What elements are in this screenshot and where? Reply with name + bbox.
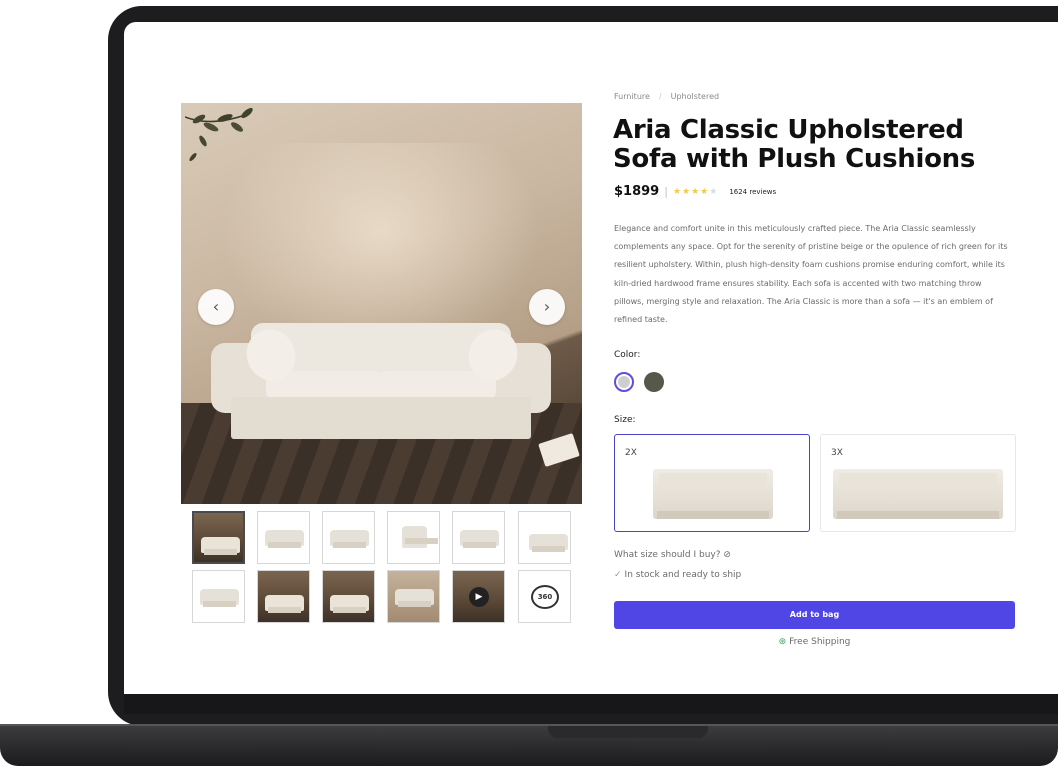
size-sofa-image xyxy=(653,469,773,519)
product-title: Aria Classic Upholstered Sofa with Plush… xyxy=(613,115,976,174)
thumbnail-5[interactable] xyxy=(452,511,505,564)
thumbnail-12-360[interactable]: 360 xyxy=(518,570,571,623)
laptop-opening-groove xyxy=(548,726,708,738)
product-price: $1899 xyxy=(614,184,660,199)
add-to-bag-button[interactable]: Add to bag xyxy=(614,601,1015,629)
thumbnail-sofa xyxy=(395,589,434,607)
size-option-label: 2X xyxy=(625,448,637,458)
breadcrumb-separator: / xyxy=(658,92,662,101)
thumbnail-2[interactable] xyxy=(257,511,310,564)
product-description: Elegance and comfort unite in this metic… xyxy=(614,224,1008,325)
free-shipping-note: ⊛ Free Shipping xyxy=(614,637,1015,647)
check-icon: ✓ xyxy=(614,570,622,580)
thumbnail-sofa xyxy=(265,595,304,613)
thumbnail-10[interactable] xyxy=(387,570,440,623)
rotate-360-icon: 360 xyxy=(531,585,559,609)
thumbnail-4[interactable] xyxy=(387,511,440,564)
laptop-base xyxy=(0,726,1058,766)
thumbnail-1[interactable] xyxy=(192,511,245,564)
play-icon: ▶ xyxy=(469,587,489,607)
breadcrumb-furniture[interactable]: Furniture xyxy=(614,92,650,101)
next-image-button[interactable]: › xyxy=(529,289,565,325)
color-swatch-beige[interactable] xyxy=(614,372,634,392)
thumbnail-sofa xyxy=(529,534,568,552)
size-label: Size: xyxy=(614,415,636,425)
breadcrumb: Furniture / Upholstered xyxy=(614,92,719,101)
thumbnail-sofa xyxy=(330,595,369,613)
thumbnail-11-video[interactable]: ▶ xyxy=(452,570,505,623)
thumbnail-sofa xyxy=(265,530,304,548)
empty-star: ★ xyxy=(709,186,719,197)
screen-bezel-bottom xyxy=(124,694,1058,714)
star-rating: ★★★★★ xyxy=(673,187,718,197)
thumbnail-8[interactable] xyxy=(257,570,310,623)
help-icon: ⊘ xyxy=(723,550,731,560)
size-guide-text: What size should I buy? xyxy=(614,550,721,560)
thumbnail-sofa xyxy=(330,530,369,548)
stock-text: In stock and ready to ship xyxy=(624,570,742,580)
thumbnail-7[interactable] xyxy=(192,570,245,623)
size-option-2x[interactable]: 2X xyxy=(614,434,810,532)
size-guide-link[interactable]: What size should I buy? ⊘ xyxy=(614,550,731,560)
page: ‹ › ▶ 360 Furniture / Upholstered Aria Cla… xyxy=(0,0,1058,773)
thumbnail-sofa xyxy=(460,530,499,548)
leaves-decoration xyxy=(185,107,253,162)
size-option-label: 3X xyxy=(831,448,843,458)
price-rating-row: $1899 | ★★★★★ 1624 reviews xyxy=(614,184,776,199)
shipping-text: Free Shipping xyxy=(789,637,851,647)
reviews-count[interactable]: 1624 reviews xyxy=(729,188,776,196)
filled-stars: ★★★★ xyxy=(672,186,710,197)
size-sofa-image xyxy=(833,469,1003,519)
stock-status: ✓ In stock and ready to ship xyxy=(614,570,741,580)
main-product-image: ‹ › xyxy=(181,103,582,504)
shipping-icon: ⊛ xyxy=(778,637,787,647)
thumbnail-9[interactable] xyxy=(322,570,375,623)
thumbnail-sofa xyxy=(402,526,438,548)
color-swatch-green[interactable] xyxy=(644,372,664,392)
thumbnail-sofa xyxy=(201,537,240,555)
thumbnail-sofa xyxy=(200,589,239,607)
breadcrumb-upholstered[interactable]: Upholstered xyxy=(671,92,719,101)
sofa-illustration xyxy=(211,323,551,439)
color-label: Color: xyxy=(614,350,641,360)
thumbnail-6[interactable] xyxy=(518,511,571,564)
thumbnail-3[interactable] xyxy=(322,511,375,564)
previous-image-button[interactable]: ‹ xyxy=(198,289,234,325)
size-option-3x[interactable]: 3X xyxy=(820,434,1016,532)
product-page: ‹ › ▶ 360 Furniture / Upholstered Aria Cla… xyxy=(124,22,1058,694)
price-separator: | xyxy=(664,185,668,198)
